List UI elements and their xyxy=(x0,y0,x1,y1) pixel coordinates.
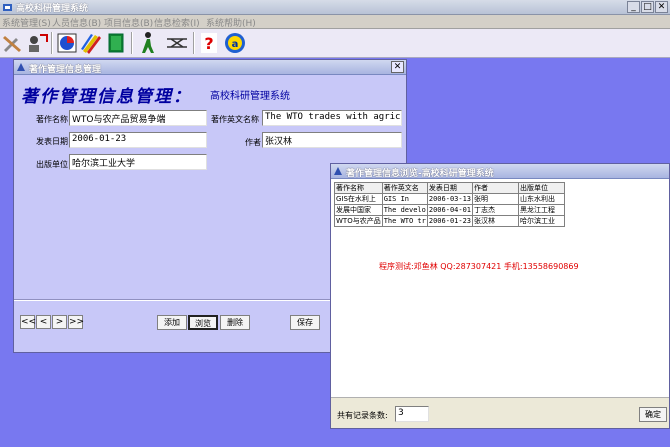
grid-cell[interactable]: 哈尔滨工业 xyxy=(518,215,566,227)
window-icon xyxy=(334,167,342,175)
grid-cell[interactable]: 张明 xyxy=(472,193,520,205)
tools-icon[interactable] xyxy=(1,31,25,55)
menu-project[interactable]: 项目信息(B) xyxy=(104,16,153,29)
first-record-button[interactable]: << xyxy=(20,315,36,329)
date-label: 发表日期 xyxy=(36,137,68,146)
page-subtitle: 高校科研管理系统 xyxy=(210,91,290,102)
book-icon[interactable] xyxy=(104,31,128,55)
svg-text:?: ? xyxy=(204,34,213,53)
author-label: 作者 xyxy=(245,138,261,147)
grid-cell[interactable]: 2006-03-13 xyxy=(426,193,474,205)
grid-cell[interactable]: 2006-01-23 xyxy=(426,215,474,227)
table-row[interactable]: WTO与农产品 The WTO tr 2006-01-23 张汉林 哈尔滨工业 xyxy=(334,215,566,227)
column-header[interactable]: 出版单位 xyxy=(518,182,566,194)
grid-cell[interactable]: 2006-04-01 xyxy=(426,204,474,216)
grid-header-row: 著作名称 著作英文名 发表日期 作者 出版单位 xyxy=(334,182,566,194)
credit-text: 程序测试:邓鱼林 QQ:287307421 手机:13558690869 xyxy=(379,262,579,271)
name-field[interactable]: WTO与农产品贸易争端 xyxy=(69,110,207,126)
maximize-button[interactable]: □ xyxy=(641,1,654,13)
date-field[interactable]: 2006-01-23 xyxy=(69,132,207,148)
en-name-field[interactable]: The WTO trades with agricu xyxy=(262,110,402,126)
chart-icon[interactable] xyxy=(55,31,79,55)
records-grid[interactable]: 著作名称 著作英文名 发表日期 作者 出版单位 GIS在水利上 GIS In 2… xyxy=(334,182,566,227)
form-window-title: 著作管理信息管理 xyxy=(29,65,102,75)
grid-cell[interactable]: The WTO tr xyxy=(381,215,428,227)
form-close-button[interactable]: ✕ xyxy=(391,61,404,73)
toolbar-separator xyxy=(131,32,133,54)
pencils-icon[interactable] xyxy=(79,31,103,55)
menubar: 系统管理(S) 人员信息(B) 项目信息(B) 信息检索(I) 系统帮助(H) xyxy=(0,15,670,29)
network-icon[interactable] xyxy=(165,31,189,55)
browse-window-titlebar[interactable]: 著作管理信息浏览-高校科研管理系统 xyxy=(331,164,669,179)
menu-personnel[interactable]: 人员信息(B) xyxy=(52,16,101,29)
about-icon[interactable]: a xyxy=(223,31,247,55)
count-label: 共有记录条数: xyxy=(337,411,388,420)
toolbar: ? a xyxy=(0,29,670,58)
publisher-label: 出版单位 xyxy=(36,160,68,169)
browse-window: 著作管理信息浏览-高校科研管理系统 著作名称 著作英文名 发表日期 作者 出版单… xyxy=(330,163,670,429)
table-row[interactable]: 发展中国家 The develo 2006-04-01 丁志杰 黑龙江工程 xyxy=(334,204,566,216)
menu-system[interactable]: 系统管理(S) xyxy=(2,16,51,29)
column-header[interactable]: 著作名称 xyxy=(334,182,383,194)
grid-cell[interactable]: 丁志杰 xyxy=(472,204,520,216)
prev-record-button[interactable]: < xyxy=(36,315,51,329)
app-icon xyxy=(3,4,12,11)
person-walk-icon[interactable] xyxy=(136,31,160,55)
ok-button[interactable]: 确定 xyxy=(639,407,667,422)
menu-help[interactable]: 系统帮助(H) xyxy=(206,16,256,29)
save-button[interactable]: 保存 xyxy=(290,315,320,330)
grid-cell[interactable]: WTO与农产品 xyxy=(334,215,383,227)
grid-cell[interactable]: 发展中国家 xyxy=(334,204,383,216)
table-row[interactable]: GIS在水利上 GIS In 2006-03-13 张明 山东水利出 xyxy=(334,193,566,205)
grid-cell[interactable]: 张汉林 xyxy=(472,215,520,227)
page-title: 著作管理信息管理： xyxy=(21,87,192,107)
toolbar-separator xyxy=(51,32,53,54)
grid-cell[interactable]: GIS在水利上 xyxy=(334,193,383,205)
add-button[interactable]: 添加 xyxy=(157,315,187,330)
grid-cell[interactable]: GIS In xyxy=(381,193,428,205)
grid-cell[interactable]: 黑龙江工程 xyxy=(518,204,566,216)
delete-button[interactable]: 删除 xyxy=(220,315,250,330)
name-label: 著作名称 xyxy=(36,115,68,124)
last-record-button[interactable]: >> xyxy=(68,315,84,329)
form-window-titlebar[interactable]: 著作管理信息管理 ✕ xyxy=(14,60,406,75)
toolbar-separator xyxy=(193,32,195,54)
en-name-label: 著作英文名称 xyxy=(211,115,259,124)
svg-text:a: a xyxy=(232,39,239,50)
menu-search[interactable]: 信息检索(I) xyxy=(154,16,200,29)
column-header[interactable]: 著作英文名 xyxy=(381,182,428,194)
author-field[interactable]: 张汉林 xyxy=(262,132,402,148)
column-header[interactable]: 作者 xyxy=(472,182,520,194)
next-record-button[interactable]: > xyxy=(52,315,67,329)
main-titlebar: 高校科研管理系统 _ □ ✕ xyxy=(0,0,670,15)
user-settings-icon[interactable] xyxy=(25,31,49,55)
grid-cell[interactable]: 山东水利出 xyxy=(518,193,566,205)
column-header[interactable]: 发表日期 xyxy=(426,182,474,194)
browse-window-title: 著作管理信息浏览-高校科研管理系统 xyxy=(346,169,494,179)
publisher-field[interactable]: 哈尔滨工业大学 xyxy=(69,154,207,170)
minimize-button[interactable]: _ xyxy=(627,1,640,13)
browse-footer: 共有记录条数: 3 确定 xyxy=(331,397,669,428)
app-title: 高校科研管理系统 xyxy=(16,4,89,14)
count-field[interactable]: 3 xyxy=(395,406,429,422)
grid-cell[interactable]: The develo xyxy=(381,204,428,216)
help-icon[interactable]: ? xyxy=(197,31,221,55)
browse-button[interactable]: 浏览 xyxy=(188,315,218,330)
close-button[interactable]: ✕ xyxy=(655,1,668,13)
window-icon xyxy=(17,63,25,71)
